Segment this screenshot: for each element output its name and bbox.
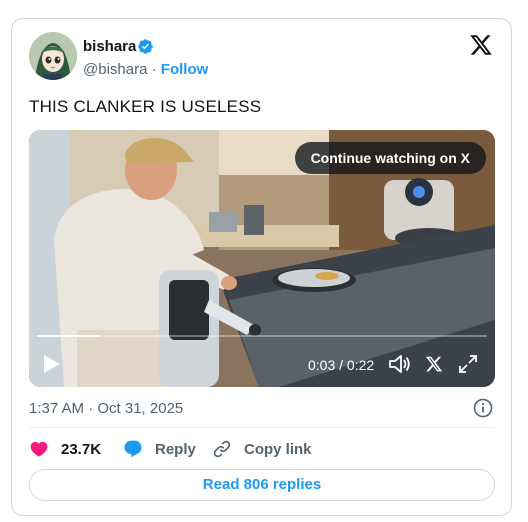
volume-icon[interactable] [389, 354, 411, 374]
copy-link-label: Copy link [244, 440, 312, 458]
continue-watching-button[interactable]: Continue watching on X [294, 142, 486, 174]
reply-label: Reply [155, 440, 196, 458]
heart-icon [30, 441, 48, 457]
read-replies-button[interactable]: Read 806 replies [29, 469, 495, 501]
x-logo-icon[interactable] [469, 33, 493, 57]
video-time: 0:03 / 0:22 [308, 357, 375, 373]
x-icon[interactable] [425, 355, 443, 373]
fullscreen-icon[interactable] [459, 355, 477, 373]
handle[interactable]: @bishara [83, 61, 147, 78]
tweet-timestamp[interactable]: 1:37 AM · Oct 31, 2025 [29, 400, 183, 417]
reply-bubble-icon [124, 440, 142, 458]
video-player[interactable]: Continue watching on X 0:03 / 0:22 [29, 130, 495, 387]
link-icon [213, 440, 231, 458]
copy-link-button[interactable]: Copy link [212, 437, 312, 461]
like-count: 23.7K [61, 440, 102, 458]
display-name[interactable]: bishara [83, 38, 136, 55]
separator: · [151, 61, 157, 78]
handle-row: @bishara · Follow [83, 61, 208, 78]
avatar[interactable] [29, 32, 77, 80]
play-icon[interactable] [43, 354, 61, 374]
like-button[interactable]: 23.7K [29, 437, 101, 461]
reply-button[interactable]: Reply [123, 437, 196, 461]
video-progress-fill [37, 335, 100, 337]
verified-badge-icon [138, 39, 153, 54]
divider [29, 427, 494, 428]
info-icon[interactable] [473, 398, 493, 418]
tweet-text: THIS CLANKER IS USELESS [29, 97, 262, 116]
video-progress-bar[interactable] [37, 335, 487, 337]
tweet-embed-card: bishara @bishara · Follow THIS CLANKER I… [11, 18, 512, 516]
follow-link[interactable]: Follow [161, 61, 209, 78]
